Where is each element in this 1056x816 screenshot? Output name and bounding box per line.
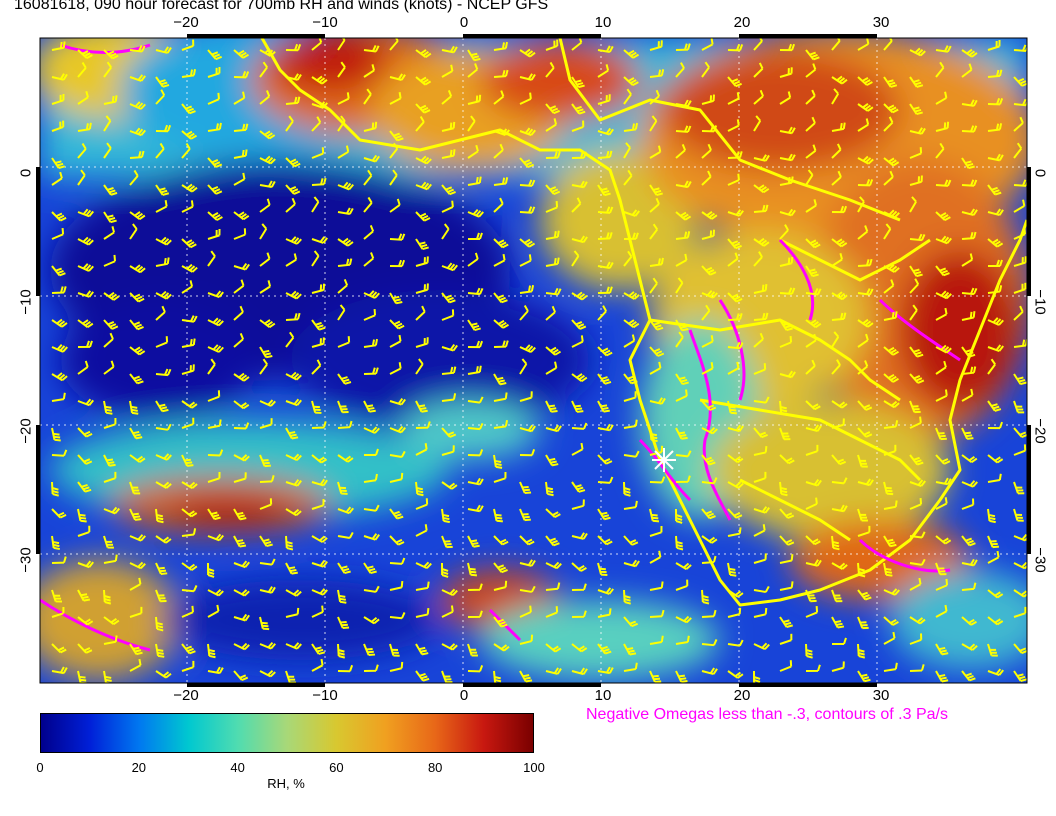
- lat-tick-right: −20: [1031, 418, 1049, 445]
- colorbar-tick-label: 100: [523, 760, 545, 775]
- colorbar-tick-label: 0: [36, 760, 44, 775]
- lon-tick-bottom: 30: [872, 687, 890, 704]
- lon-tick-bottom: −10: [312, 687, 338, 704]
- lon-tick-bottom: 0: [459, 687, 469, 704]
- lat-tick-right: −30: [1031, 547, 1049, 574]
- lat-tick-right: −10: [1031, 289, 1049, 316]
- lon-tick-top: 10: [594, 14, 612, 31]
- lon-tick-top: 30: [872, 14, 890, 31]
- lat-tick-left: −20: [17, 418, 35, 445]
- omega-contour-note: Negative Omegas less than -.3, contours …: [586, 706, 948, 723]
- lon-tick-top: 0: [459, 14, 469, 31]
- lon-tick-bottom: 10: [594, 687, 612, 704]
- colorbar-tick-label: 60: [329, 760, 344, 775]
- lon-tick-top: 20: [733, 14, 751, 31]
- location-star-icon: [652, 448, 676, 472]
- lat-tick-left: −10: [17, 289, 35, 316]
- rh-colorbar: [40, 713, 534, 753]
- lon-tick-bottom: −20: [173, 687, 199, 704]
- lon-tick-top: −20: [173, 14, 199, 31]
- rh-wind-map: [36, 34, 1031, 687]
- lon-tick-bottom: 20: [733, 687, 751, 704]
- colorbar-tick-label: 80: [427, 760, 443, 775]
- lat-tick-right: 0: [1031, 169, 1049, 178]
- lon-tick-top: −10: [312, 14, 338, 31]
- colorbar-title: RH, %: [267, 776, 305, 791]
- colorbar-tick-label: 20: [131, 760, 147, 775]
- colorbar-tick-label: 40: [230, 760, 245, 775]
- lat-tick-left: −30: [17, 547, 35, 574]
- lat-tick-left: 0: [17, 169, 35, 178]
